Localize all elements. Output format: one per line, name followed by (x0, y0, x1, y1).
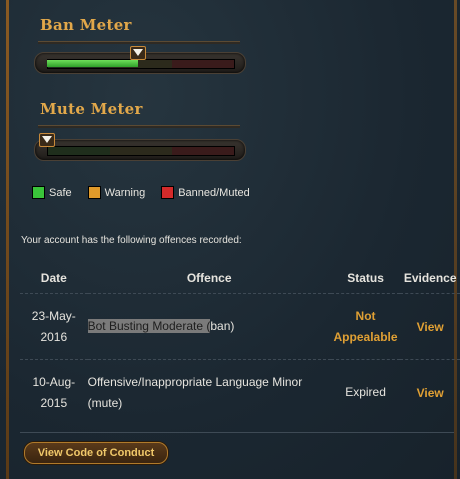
date-line: 10-Aug- (32, 374, 76, 389)
legend-label-warning: Warning (104, 186, 146, 199)
ban-meter-title: Ban Meter (40, 16, 132, 34)
view-code-of-conduct-button[interactable]: View Code of Conduct (24, 442, 168, 464)
offences-intro: Your account has the following offences … (21, 235, 242, 246)
evidence-cell: View (400, 359, 460, 425)
table-row: 10-Aug- 2015 Offensive/Inappropriate Lan… (20, 359, 460, 425)
status-line: Not (355, 308, 376, 323)
offence-date: 10-Aug- 2015 (20, 359, 88, 425)
mute-meter-title: Mute Meter (40, 100, 143, 118)
mute-meter-rule (38, 125, 240, 128)
header-offence: Offence (186, 270, 232, 285)
ban-meter-rule (38, 41, 240, 44)
mute-meter-marker-icon (39, 133, 55, 147)
view-evidence-link[interactable]: View (417, 320, 444, 334)
table-row: 23-May- 2016 Bot Busting Moderate (ban) … (20, 293, 460, 360)
mute-meter-track (47, 146, 235, 156)
evidence-cell: View (400, 293, 460, 360)
offence-status: Not Appealable (330, 293, 401, 360)
offence-selected-text: Bot Busting Moderate ( (87, 319, 211, 333)
date-line: 2016 (40, 329, 68, 344)
date-line: 2015 (40, 395, 68, 410)
offence-description: Bot Busting Moderate (ban) (87, 293, 331, 360)
offence-description: Offensive/Inappropriate Language Minor (… (87, 359, 331, 425)
legend-label-banned: Banned/Muted (178, 186, 250, 199)
warning-swatch-icon (87, 186, 101, 199)
ban-meter (34, 46, 246, 74)
status-line: Appealable (333, 329, 398, 344)
legend-item-safe: Safe (32, 186, 72, 199)
legend-item-banned: Banned/Muted (161, 186, 250, 199)
date-line: 23-May- (31, 308, 76, 323)
offence-text: ban) (210, 319, 235, 333)
mute-meter (34, 133, 246, 161)
meter-legend: Safe Warning Banned/Muted (32, 186, 250, 199)
ban-meter-fill (47, 60, 138, 67)
safe-swatch-icon (32, 186, 45, 199)
banned-swatch-icon (161, 186, 175, 199)
table-header-row: Date Offence Status Evidence (20, 263, 460, 294)
header-status: Status (347, 270, 384, 285)
header-date: Date (40, 270, 67, 285)
offence-text: (mute) (87, 395, 123, 410)
ban-meter-marker-icon (130, 46, 146, 60)
legend-item-warning: Warning (87, 186, 146, 199)
offence-text: Offensive/Inappropriate Language Minor (87, 374, 303, 389)
offence-status: Expired (330, 359, 401, 425)
offence-date: 23-May- 2016 (20, 293, 88, 360)
offences-table: Date Offence Status Evidence 23-May- 201… (20, 263, 460, 425)
table-bottom-rule (20, 432, 454, 433)
header-evidence: Evidence (403, 271, 457, 285)
legend-label-safe: Safe (49, 186, 72, 199)
left-frame-border (6, 0, 9, 479)
view-evidence-link[interactable]: View (417, 386, 444, 400)
